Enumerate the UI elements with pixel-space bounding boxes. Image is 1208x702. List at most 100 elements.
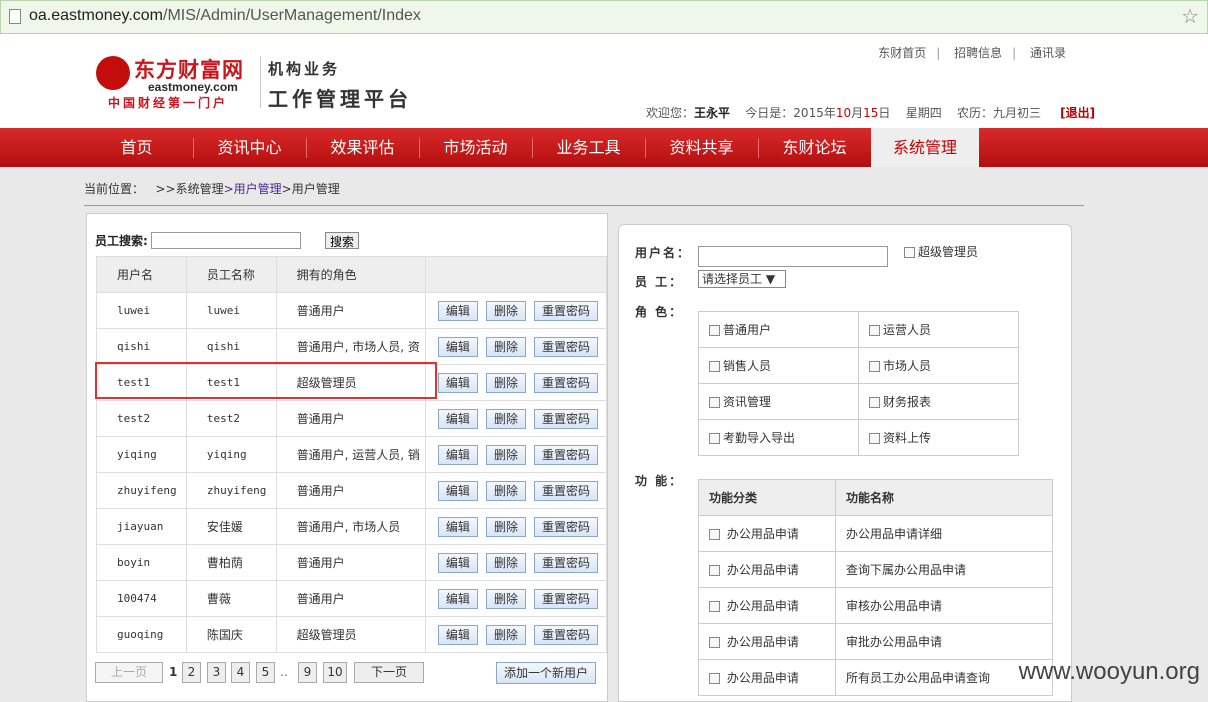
nav-forum[interactable]: 东财论坛 <box>758 128 871 167</box>
role-option[interactable]: 销售人员 <box>698 347 859 384</box>
edit-button[interactable]: 编辑 <box>437 516 478 537</box>
table-row: 100474 曹薇 普通用户 编辑 删除 重置密码 <box>96 580 608 617</box>
delete-button[interactable]: 删除 <box>485 408 526 429</box>
page-link[interactable]: 4 <box>231 662 250 683</box>
page-link[interactable]: 9 <box>298 662 317 683</box>
delete-button[interactable]: 删除 <box>485 624 526 645</box>
cell-username: guoqing <box>96 616 187 653</box>
reset-password-button[interactable]: 重置密码 <box>533 336 598 357</box>
function-category-cell[interactable]: 办公用品申请 <box>698 515 836 552</box>
page-link[interactable]: 5 <box>256 662 275 683</box>
delete-button[interactable]: 删除 <box>485 552 526 573</box>
delete-button[interactable]: 删除 <box>485 372 526 393</box>
function-category-cell[interactable]: 办公用品申请 <box>698 587 836 624</box>
breadcrumb-user-mgmt[interactable]: >用户管理 <box>224 182 282 196</box>
function-category-cell[interactable]: 办公用品申请 <box>698 659 836 696</box>
checkbox-icon[interactable] <box>869 325 880 336</box>
nav-system-admin[interactable]: 系统管理 <box>871 128 979 167</box>
nav-news[interactable]: 资讯中心 <box>193 128 306 167</box>
checkbox-icon[interactable] <box>709 673 720 684</box>
prev-page-button[interactable]: 上一页 <box>95 662 163 683</box>
role-option[interactable]: 财务报表 <box>858 383 1019 420</box>
edit-button[interactable]: 编辑 <box>437 372 478 393</box>
super-admin-checkbox[interactable]: 超级管理员 <box>904 243 978 260</box>
function-category-cell[interactable]: 办公用品申请 <box>698 551 836 588</box>
nav-evaluation[interactable]: 效果评估 <box>306 128 419 167</box>
col-actions <box>424 256 608 293</box>
page-link[interactable]: 3 <box>207 662 226 683</box>
delete-button[interactable]: 删除 <box>485 336 526 357</box>
nav-marketing[interactable]: 市场活动 <box>419 128 532 167</box>
reset-password-button[interactable]: 重置密码 <box>533 516 598 537</box>
next-page-button[interactable]: 下一页 <box>354 662 424 683</box>
toplink-jobs[interactable]: 招聘信息 <box>954 46 1002 60</box>
checkbox-icon[interactable] <box>709 529 720 540</box>
edit-button[interactable]: 编辑 <box>437 552 478 573</box>
checkbox-icon[interactable] <box>709 433 720 444</box>
role-option[interactable]: 资料上传 <box>858 419 1019 456</box>
employee-select-value: 请选择员工 <box>702 272 763 286</box>
delete-button[interactable]: 删除 <box>485 480 526 501</box>
cell-roles: 普通用户 <box>275 292 426 329</box>
edit-button[interactable]: 编辑 <box>437 444 478 465</box>
page-link[interactable]: 2 <box>182 662 201 683</box>
delete-button[interactable]: 删除 <box>485 516 526 537</box>
role-option[interactable]: 市场人员 <box>858 347 1019 384</box>
delete-button[interactable]: 删除 <box>485 588 526 609</box>
edit-button[interactable]: 编辑 <box>437 336 478 357</box>
checkbox-icon[interactable] <box>709 361 720 372</box>
nav-home[interactable]: 首页 <box>80 128 193 167</box>
browser-address-bar[interactable]: oa.eastmoney.com/MIS/Admin/UserManagemen… <box>0 0 1208 34</box>
role-option[interactable]: 考勤导入导出 <box>698 419 859 456</box>
role-option[interactable]: 运营人员 <box>858 311 1019 348</box>
reset-password-button[interactable]: 重置密码 <box>533 300 598 321</box>
checkbox-icon[interactable] <box>709 397 720 408</box>
reset-password-button[interactable]: 重置密码 <box>533 372 598 393</box>
logo-mark-icon <box>96 56 130 90</box>
page-link[interactable]: 10 <box>323 662 347 683</box>
edit-button[interactable]: 编辑 <box>437 408 478 429</box>
checkbox-icon[interactable] <box>709 637 720 648</box>
bookmark-star-icon[interactable]: ☆ <box>1181 4 1199 28</box>
checkbox-icon[interactable] <box>869 361 880 372</box>
delete-button[interactable]: 删除 <box>485 300 526 321</box>
delete-button[interactable]: 删除 <box>485 444 526 465</box>
eastmoney-logo[interactable]: 东方财富网 eastmoney.com 中国财经第一门户 <box>96 54 256 114</box>
checkbox-icon[interactable] <box>709 601 720 612</box>
employee-select[interactable]: 请选择员工 ▼ <box>698 270 786 288</box>
cell-actions: 编辑 删除 重置密码 <box>424 472 608 509</box>
toplink-home[interactable]: 东财首页 <box>878 46 926 60</box>
checkbox-icon[interactable] <box>709 325 720 336</box>
toplink-directory[interactable]: 通讯录 <box>1030 46 1066 60</box>
breadcrumb-system[interactable]: >>系统管理 <box>155 182 223 196</box>
edit-button[interactable]: 编辑 <box>437 480 478 501</box>
nav-sharing[interactable]: 资料共享 <box>645 128 758 167</box>
logout-link[interactable]: [退出] <box>1060 106 1095 120</box>
search-input[interactable] <box>151 232 301 249</box>
checkbox-icon[interactable] <box>869 397 880 408</box>
role-option[interactable]: 资讯管理 <box>698 383 859 420</box>
cell-employee: 曹薇 <box>185 580 277 617</box>
reset-password-button[interactable]: 重置密码 <box>533 552 598 573</box>
add-user-button[interactable]: 添加一个新用户 <box>496 662 596 684</box>
search-button[interactable]: 搜索 <box>325 232 359 249</box>
function-category-cell[interactable]: 办公用品申请 <box>698 623 836 660</box>
checkbox-icon[interactable] <box>709 565 720 576</box>
nav-tools[interactable]: 业务工具 <box>532 128 645 167</box>
edit-button[interactable]: 编辑 <box>437 588 478 609</box>
edit-button[interactable]: 编辑 <box>437 624 478 645</box>
cell-actions: 编辑 删除 重置密码 <box>424 436 608 473</box>
reset-password-button[interactable]: 重置密码 <box>533 480 598 501</box>
reset-password-button[interactable]: 重置密码 <box>533 624 598 645</box>
table-row: zhuyifeng zhuyifeng 普通用户 编辑 删除 重置密码 <box>96 472 608 509</box>
url-text[interactable]: oa.eastmoney.com/MIS/Admin/UserManagemen… <box>29 7 421 25</box>
reset-password-button[interactable]: 重置密码 <box>533 444 598 465</box>
edit-button[interactable]: 编辑 <box>437 300 478 321</box>
username-input[interactable] <box>698 246 888 267</box>
role-option[interactable]: 普通用户 <box>698 311 859 348</box>
cell-roles: 普通用户 <box>275 400 426 437</box>
reset-password-button[interactable]: 重置密码 <box>533 588 598 609</box>
checkbox-icon[interactable] <box>869 433 880 444</box>
reset-password-button[interactable]: 重置密码 <box>533 408 598 429</box>
checkbox-icon[interactable] <box>904 247 915 258</box>
